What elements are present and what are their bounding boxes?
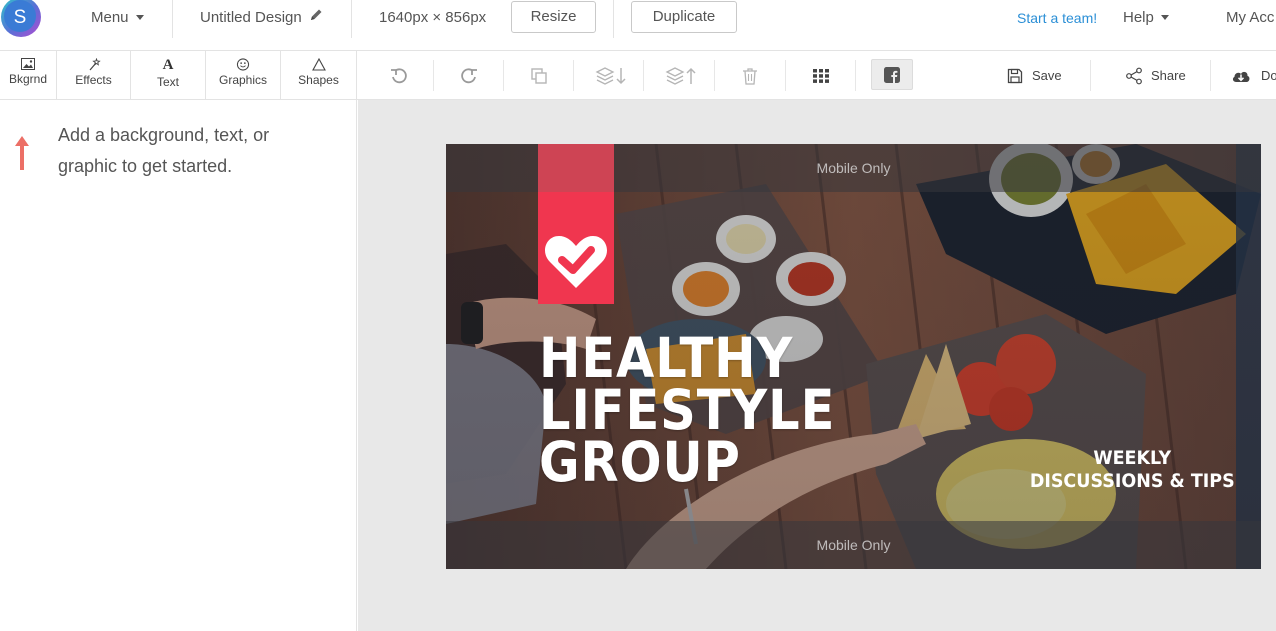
facebook-icon (884, 66, 900, 83)
image-icon (21, 58, 35, 70)
start-team-link[interactable]: Start a team! (1017, 0, 1097, 36)
subheading-line: DISCUSSIONS & TIPS (1030, 470, 1235, 492)
headline-line: HEALTHY (539, 326, 794, 390)
tab-label: Text (156, 75, 179, 89)
divider (1090, 60, 1091, 91)
smiley-icon (236, 58, 250, 71)
magic-wand-icon (89, 58, 101, 71)
menu-dropdown[interactable]: Menu (91, 0, 144, 36)
text-icon: A (162, 57, 174, 73)
tab-effects[interactable]: Effects (57, 51, 131, 99)
divider (503, 60, 504, 91)
grid-icon[interactable] (809, 64, 833, 88)
svg-text:S: S (14, 7, 27, 28)
divider (1210, 60, 1211, 91)
send-backward-icon[interactable] (595, 64, 627, 88)
left-panel: Add a background, text, or graphic to ge… (0, 100, 357, 631)
facebook-preview-toggle[interactable] (871, 59, 913, 90)
arrow-up-icon (13, 134, 31, 177)
tab-shapes[interactable]: Shapes (281, 51, 357, 99)
headline-line: LIFESTYLE (539, 378, 836, 442)
divider (785, 60, 786, 91)
triangle-icon (311, 58, 326, 71)
design-canvas[interactable]: Mobile Only Mobile Only HEALTHY LIFESTYL… (446, 144, 1261, 569)
help-label: Help (1123, 9, 1154, 26)
bring-forward-icon[interactable] (665, 64, 697, 88)
trash-icon[interactable] (738, 64, 762, 88)
empty-state-hint: Add a background, text, or graphic to ge… (58, 125, 270, 176)
duplicate-button[interactable]: Duplicate (631, 1, 737, 33)
copy-icon[interactable] (527, 64, 551, 88)
divider (172, 0, 173, 38)
chevron-down-icon (135, 14, 144, 20)
tab-label: Shapes (298, 73, 339, 87)
tab-background[interactable]: Bkgrnd (0, 51, 57, 99)
tab-text[interactable]: A Text (131, 51, 206, 99)
editor-toolbar: Save Share Do (357, 51, 1276, 100)
redo-icon[interactable] (457, 64, 481, 88)
tab-label: Effects (75, 73, 112, 87)
divider (714, 60, 715, 91)
share-button[interactable]: Share (1151, 68, 1186, 83)
tool-tabs: Bkgrnd Effects A Text Graphics Shapes (0, 51, 357, 100)
download-button[interactable]: Do (1261, 68, 1276, 83)
chevron-down-icon (1160, 14, 1169, 20)
app-logo[interactable]: S (1, 0, 43, 38)
undo-icon[interactable] (387, 64, 411, 88)
tab-graphics[interactable]: Graphics (206, 51, 281, 99)
tab-label: Bkgrnd (8, 72, 48, 86)
save-button[interactable]: Save (1032, 68, 1062, 83)
headline-line: GROUP (539, 430, 741, 494)
divider (573, 60, 574, 91)
divider (351, 0, 352, 38)
save-icon[interactable] (1003, 64, 1027, 88)
menu-label: Menu (91, 9, 129, 26)
design-dimensions: 1640px × 856px (379, 9, 487, 26)
mobile-only-label-bottom: Mobile Only (816, 537, 891, 553)
design-title[interactable]: Untitled Design (200, 0, 323, 36)
divider (643, 60, 644, 91)
cloud-download-icon[interactable] (1229, 64, 1253, 88)
top-bar: S Menu Untitled Design 1640px × 856px Re… (0, 0, 1276, 51)
pencil-icon (310, 0, 323, 35)
tab-label: Graphics (218, 73, 268, 87)
subheading-line: WEEKLY (1093, 447, 1172, 469)
canvas-area: Mobile Only Mobile Only HEALTHY LIFESTYL… (358, 100, 1276, 631)
help-dropdown[interactable]: Help (1123, 0, 1169, 36)
account-menu[interactable]: My Acc (1226, 0, 1274, 36)
divider (855, 60, 856, 91)
divider (613, 0, 614, 38)
headline-text[interactable]: HEALTHY LIFESTYLE GROUP (539, 326, 836, 494)
share-icon[interactable] (1122, 64, 1146, 88)
design-title-text: Untitled Design (200, 9, 302, 26)
divider (433, 60, 434, 91)
resize-button[interactable]: Resize (511, 1, 596, 33)
subheading-text[interactable]: WEEKLY DISCUSSIONS & TIPS (1030, 447, 1235, 493)
mobile-only-label-top: Mobile Only (816, 160, 891, 176)
